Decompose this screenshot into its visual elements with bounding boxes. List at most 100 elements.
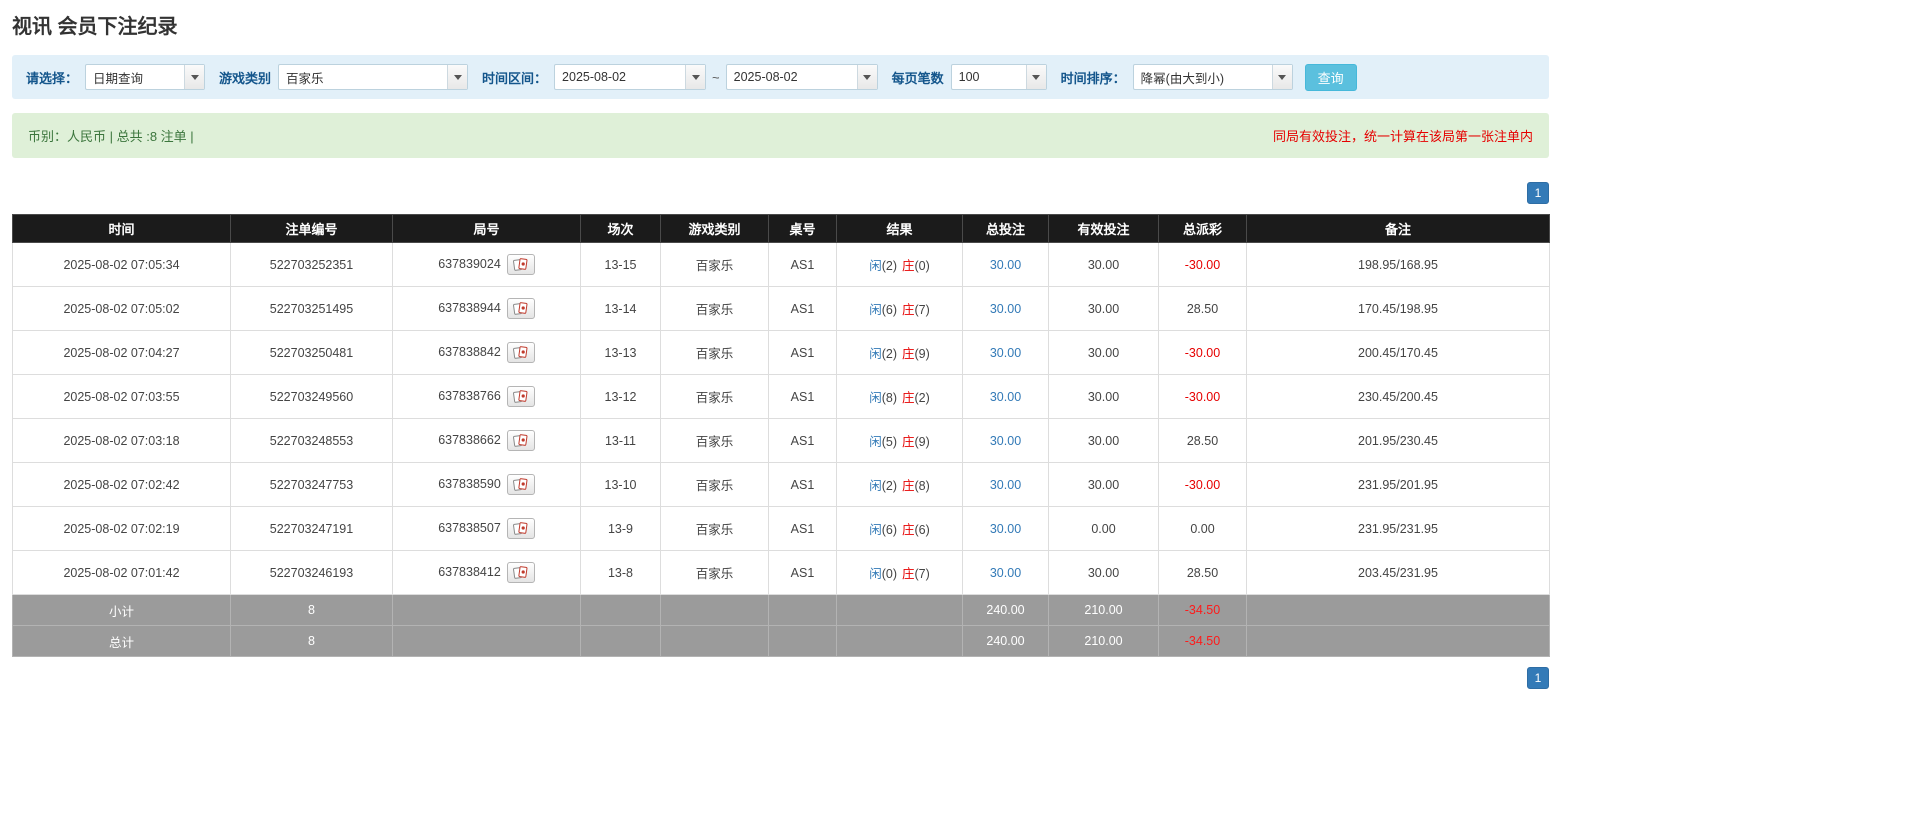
- cell-bet-id: 522703248553: [230, 418, 393, 463]
- result-banker-count: (8): [914, 479, 930, 493]
- cell-total-bet: 30.00: [962, 550, 1049, 595]
- result-banker-count: (9): [914, 435, 930, 449]
- table-header-row: 时间 注单编号 局号 场次 游戏类别 桌号 结果 总投注 有效投注 总派彩 备注: [12, 214, 1550, 243]
- subtotal-payout: -34.50: [1158, 594, 1247, 626]
- view-cards-button[interactable]: [506, 298, 535, 319]
- total-bet-link[interactable]: 30.00: [990, 434, 1021, 448]
- cell-session: 13-12: [580, 374, 661, 419]
- date-from-combo[interactable]: 2025-08-02: [554, 64, 707, 90]
- header-note: 备注: [1246, 214, 1550, 243]
- result-banker-count: (7): [914, 303, 930, 317]
- cell-payout: -30.00: [1158, 374, 1247, 419]
- view-cards-button[interactable]: [506, 562, 535, 583]
- table-row: 2025-08-02 07:03:18 522703248553 6378386…: [12, 418, 1550, 463]
- cell-bet-id: 522703251495: [230, 286, 393, 331]
- cell-table-no: AS1: [768, 418, 837, 463]
- round-id-text: 637838662: [438, 432, 501, 447]
- round-id-text: 637839024: [438, 256, 501, 271]
- cell-payout: 28.50: [1158, 418, 1247, 463]
- result-banker-count: (0): [914, 259, 930, 273]
- page-1-button[interactable]: 1: [1527, 667, 1549, 689]
- cell-result: 闲(2) 庄(0): [836, 242, 963, 287]
- chevron-down-icon[interactable]: [447, 65, 468, 89]
- total-bet-link[interactable]: 30.00: [990, 390, 1021, 404]
- cell-bet-id: 522703247191: [230, 506, 393, 551]
- page-1-button[interactable]: 1: [1527, 182, 1549, 204]
- cell-round-id: 637838412: [392, 550, 581, 595]
- view-cards-button[interactable]: [506, 430, 535, 451]
- cell-note: 200.45/170.45: [1246, 330, 1550, 375]
- date-to-combo[interactable]: 2025-08-02: [725, 64, 878, 90]
- playing-cards-icon: [513, 302, 528, 315]
- view-cards-button[interactable]: [506, 518, 535, 539]
- total-bet-link[interactable]: 30.00: [990, 522, 1021, 536]
- cell-valid-bet: 0.00: [1048, 506, 1159, 551]
- cell-time: 2025-08-02 07:03:18: [12, 418, 231, 463]
- game-type-combo[interactable]: 百家乐: [278, 64, 469, 90]
- search-button[interactable]: 查询: [1304, 63, 1357, 91]
- cell-valid-bet: 30.00: [1048, 330, 1159, 375]
- cell-session: 13-10: [580, 462, 661, 507]
- chevron-down-icon[interactable]: [1271, 65, 1292, 89]
- query-type-combo[interactable]: 日期查询: [85, 64, 206, 90]
- round-id-text: 637838842: [438, 344, 501, 359]
- cell-game-type: 百家乐: [660, 374, 769, 419]
- grand-total-payout: -34.50: [1158, 625, 1247, 657]
- table-row: 2025-08-02 07:05:34 522703252351 6378390…: [12, 242, 1550, 287]
- cell-total-bet: 30.00: [962, 374, 1049, 419]
- cell-total-bet: 30.00: [962, 286, 1049, 331]
- game-type-label: 游戏类别: [219, 70, 272, 86]
- cell-session: 13-11: [580, 418, 661, 463]
- cell-note: 170.45/198.95: [1246, 286, 1550, 331]
- result-banker-label: 庄: [902, 259, 915, 273]
- page-size-combo[interactable]: 100: [950, 64, 1047, 90]
- total-bet-link[interactable]: 30.00: [990, 258, 1021, 272]
- chevron-down-icon[interactable]: [184, 65, 205, 89]
- subtotal-count: 8: [230, 594, 393, 626]
- result-player-label: 闲: [869, 303, 882, 317]
- cell-valid-bet: 30.00: [1048, 462, 1159, 507]
- playing-cards-icon: [513, 566, 528, 579]
- total-bet-link[interactable]: 30.00: [990, 566, 1021, 580]
- cell-result: 闲(5) 庄(9): [836, 418, 963, 463]
- chevron-down-icon[interactable]: [685, 65, 706, 89]
- header-bet-id: 注单编号: [230, 214, 393, 243]
- cell-round-id: 637838507: [392, 506, 581, 551]
- view-cards-button[interactable]: [506, 386, 535, 407]
- time-sort-value: 降幂(由大到小): [1140, 71, 1224, 86]
- table-row: 2025-08-02 07:02:19 522703247191 6378385…: [12, 506, 1550, 551]
- header-table-no: 桌号: [768, 214, 837, 243]
- cell-note: 231.95/231.95: [1246, 506, 1550, 551]
- result-player-label: 闲: [869, 391, 882, 405]
- summary-info-bar: 币别：人民币 | 总共 :8 注单 | 同局有效投注，统一计算在该局第一张注单内: [12, 113, 1549, 158]
- cell-time: 2025-08-02 07:02:42: [12, 462, 231, 507]
- cell-total-bet: 30.00: [962, 462, 1049, 507]
- header-valid-bet: 有效投注: [1048, 214, 1159, 243]
- time-sort-combo[interactable]: 降幂(由大到小): [1132, 64, 1293, 90]
- result-player-count: (0): [881, 567, 897, 581]
- playing-cards-icon: [513, 434, 528, 447]
- date-to-value: 2025-08-02: [733, 70, 798, 84]
- result-banker-label: 庄: [902, 303, 915, 317]
- result-player-count: (2): [881, 347, 897, 361]
- chevron-down-icon[interactable]: [1025, 65, 1046, 89]
- cell-round-id: 637838842: [392, 330, 581, 375]
- total-bet-link[interactable]: 30.00: [990, 478, 1021, 492]
- table-row: 2025-08-02 07:02:42 522703247753 6378385…: [12, 462, 1550, 507]
- cell-valid-bet: 30.00: [1048, 286, 1159, 331]
- cell-table-no: AS1: [768, 242, 837, 287]
- header-game-type: 游戏类别: [660, 214, 769, 243]
- view-cards-button[interactable]: [506, 474, 535, 495]
- cell-session: 13-8: [580, 550, 661, 595]
- view-cards-button[interactable]: [506, 254, 535, 275]
- playing-cards-icon: [513, 346, 528, 359]
- result-player-label: 闲: [869, 523, 882, 537]
- result-banker-count: (2): [914, 391, 930, 405]
- cell-result: 闲(6) 庄(7): [836, 286, 963, 331]
- chevron-down-icon[interactable]: [856, 65, 877, 89]
- total-bet-link[interactable]: 30.00: [990, 346, 1021, 360]
- result-player-count: (2): [881, 479, 897, 493]
- view-cards-button[interactable]: [506, 342, 535, 363]
- total-bet-link[interactable]: 30.00: [990, 302, 1021, 316]
- cell-time: 2025-08-02 07:04:27: [12, 330, 231, 375]
